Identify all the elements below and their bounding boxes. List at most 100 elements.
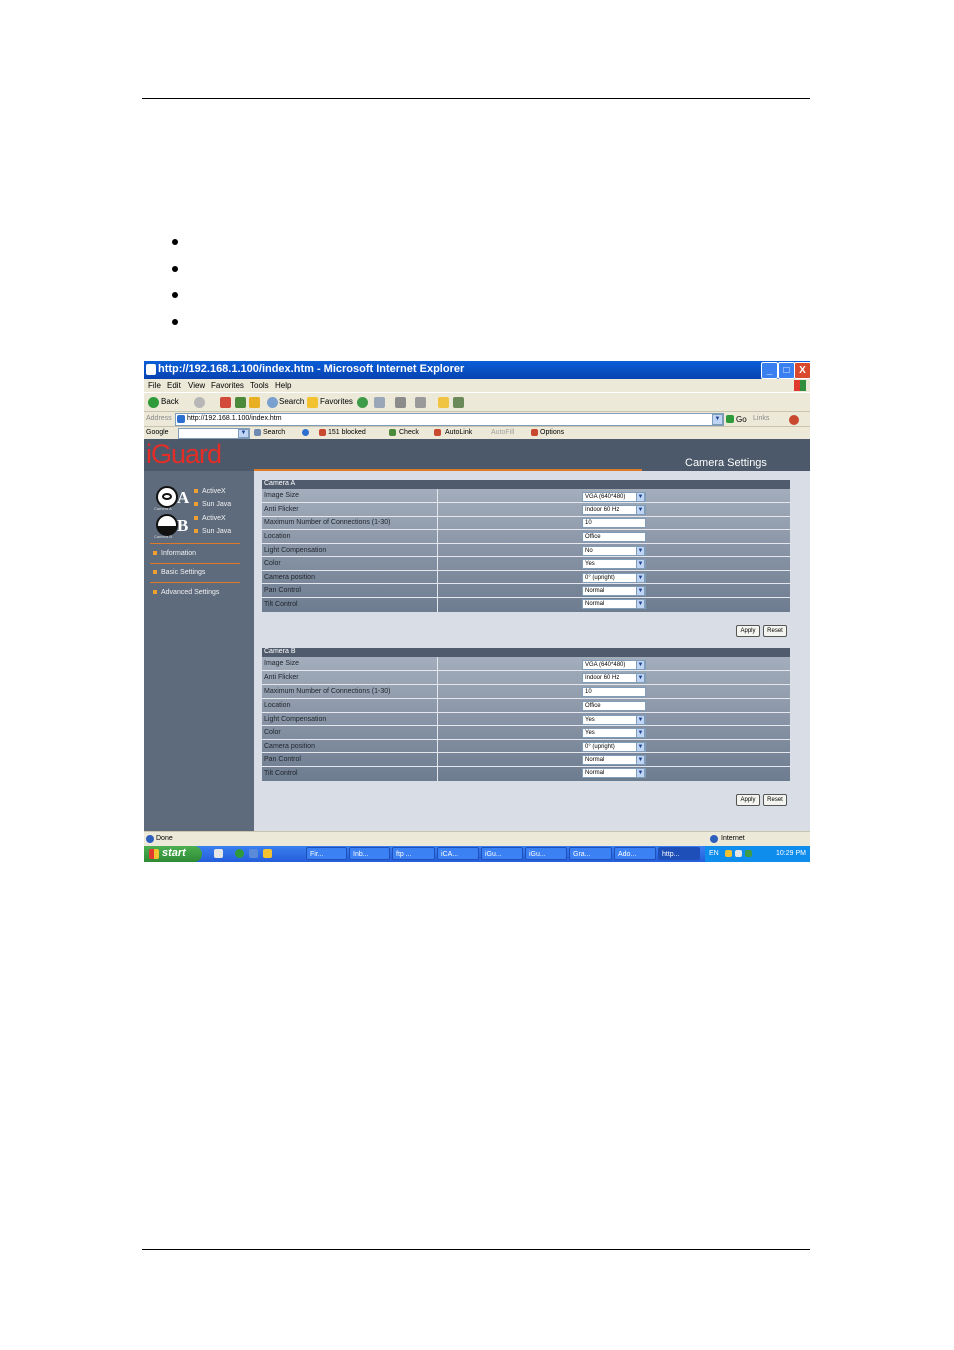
- camera-a-reset-button[interactable]: Reset: [763, 625, 787, 637]
- menu-file[interactable]: File: [148, 381, 161, 390]
- pan-control-select[interactable]: Normal ▼: [582, 755, 646, 765]
- quicklaunch-media-icon[interactable]: [249, 849, 258, 858]
- google-search-input[interactable]: ▼: [178, 428, 250, 439]
- light-compensation-select[interactable]: No ▼: [582, 546, 646, 556]
- tray-security-icon[interactable]: [745, 850, 752, 857]
- stop-icon[interactable]: [220, 397, 231, 408]
- color-select[interactable]: Yes ▼: [582, 559, 646, 569]
- taskbar-item[interactable]: Inb...: [349, 847, 390, 860]
- menu-edit[interactable]: Edit: [167, 381, 181, 390]
- pan-control-select[interactable]: Normal ▼: [582, 586, 646, 596]
- location-input[interactable]: Office: [582, 532, 646, 542]
- spellcheck-icon[interactable]: [389, 429, 396, 436]
- search-button[interactable]: Search: [279, 397, 304, 406]
- location-label: Location: [264, 702, 291, 709]
- start-button[interactable]: start: [144, 846, 202, 862]
- maximize-button[interactable]: □: [778, 362, 795, 379]
- search-icon[interactable]: [267, 397, 278, 408]
- refresh-icon[interactable]: [235, 397, 246, 408]
- go-arrow-icon[interactable]: [726, 415, 734, 423]
- forward-arrow-icon[interactable]: [194, 397, 205, 408]
- address-input[interactable]: http://192.168.1.100/index.htm ▼: [175, 413, 724, 426]
- nav-basic-settings[interactable]: Basic Settings: [153, 569, 205, 576]
- blocked-count[interactable]: 151 blocked: [328, 429, 366, 436]
- popup-blocker-icon[interactable]: [319, 429, 326, 436]
- menu-help[interactable]: Help: [275, 381, 291, 390]
- camera-a-icon: [156, 486, 178, 508]
- address-dropdown-icon[interactable]: ▼: [712, 414, 723, 425]
- tilt-control-select[interactable]: Normal ▼: [582, 768, 646, 778]
- back-arrow-icon[interactable]: [148, 397, 159, 408]
- menu-favorites[interactable]: Favorites: [211, 381, 244, 390]
- minimize-button[interactable]: _: [761, 362, 778, 379]
- taskbar-item[interactable]: Gra...: [569, 847, 612, 860]
- quicklaunch-ie-icon[interactable]: [235, 849, 244, 858]
- google-search-button[interactable]: Search: [263, 429, 285, 436]
- tray-network-icon[interactable]: [725, 850, 732, 857]
- quicklaunch-folder-icon[interactable]: [263, 849, 272, 858]
- taskbar-item[interactable]: Ado...: [614, 847, 656, 860]
- back-button[interactable]: Back: [161, 397, 179, 406]
- anti-flicker-select[interactable]: Indoor 60 Hz ▼: [582, 505, 646, 515]
- check-button[interactable]: Check: [399, 429, 419, 436]
- google-search-icon[interactable]: [254, 429, 261, 436]
- home-icon[interactable]: [249, 397, 260, 408]
- star-icon[interactable]: [307, 397, 318, 408]
- camera-position-select[interactable]: 0° (upright) ▼: [582, 573, 646, 583]
- max-connections-input[interactable]: 10: [582, 518, 646, 528]
- tilt-control-select[interactable]: Normal ▼: [582, 599, 646, 609]
- camera-a-apply-button[interactable]: Apply: [736, 625, 760, 637]
- camera-a-java-link[interactable]: Sun Java: [194, 501, 231, 508]
- anti-flicker-select[interactable]: Indoor 60 Hz ▼: [582, 673, 646, 683]
- favorites-button[interactable]: Favorites: [320, 397, 353, 406]
- language-indicator[interactable]: EN: [709, 850, 719, 857]
- news-icon[interactable]: [302, 429, 309, 436]
- nav-advanced-settings[interactable]: Advanced Settings: [153, 589, 219, 596]
- taskbar-item[interactable]: iCA...: [437, 847, 479, 860]
- mail-icon[interactable]: [374, 397, 385, 408]
- standard-toolbar: Back Search Favorites: [144, 392, 810, 412]
- taskbar-item[interactable]: iGu...: [525, 847, 567, 860]
- row-divider: [262, 516, 790, 517]
- tray-volume-icon[interactable]: [735, 850, 742, 857]
- taskbar-item-active[interactable]: http...: [658, 847, 700, 860]
- google-dropdown-icon[interactable]: ▼: [238, 429, 249, 438]
- taskbar-item[interactable]: ftp ...: [392, 847, 435, 860]
- row-divider: [262, 670, 790, 671]
- history-icon[interactable]: [357, 397, 368, 408]
- taskbar-item[interactable]: Fir...: [306, 847, 347, 860]
- autolink-button[interactable]: AutoLink: [445, 429, 472, 436]
- folder-icon[interactable]: [438, 397, 449, 408]
- messenger-icon[interactable]: [453, 397, 464, 408]
- camera-position-select[interactable]: 0° (upright) ▼: [582, 742, 646, 752]
- quicklaunch-desktop-icon[interactable]: [214, 849, 223, 858]
- camera-b-apply-button[interactable]: Apply: [736, 794, 760, 806]
- links-label[interactable]: Links: [753, 415, 769, 422]
- image-size-select[interactable]: VGA (640*480) ▼: [582, 660, 646, 670]
- color-select[interactable]: Yes ▼: [582, 728, 646, 738]
- toolbar-extension-icon[interactable]: [789, 415, 799, 425]
- camera-b-reset-button[interactable]: Reset: [763, 794, 787, 806]
- camera-b-activex-link[interactable]: ActiveX: [194, 515, 226, 522]
- location-input[interactable]: Office: [582, 701, 646, 711]
- menu-tools[interactable]: Tools: [250, 381, 269, 390]
- edit-icon[interactable]: [415, 397, 426, 408]
- autofill-button[interactable]: AutoFill: [491, 429, 514, 436]
- menu-view[interactable]: View: [188, 381, 205, 390]
- max-connections-input[interactable]: 10: [582, 687, 646, 697]
- nav-information[interactable]: Information: [153, 550, 196, 557]
- image-size-select[interactable]: VGA (640*480) ▼: [582, 492, 646, 502]
- camera-a-activex-link[interactable]: ActiveX: [194, 488, 226, 495]
- print-icon[interactable]: [395, 397, 406, 408]
- close-button[interactable]: X: [794, 362, 810, 379]
- options-button[interactable]: Options: [540, 429, 564, 436]
- google-brand[interactable]: Google: [146, 429, 169, 436]
- autolink-icon[interactable]: [434, 429, 441, 436]
- camera-b-java-link[interactable]: Sun Java: [194, 528, 231, 535]
- taskbar-item[interactable]: iGu...: [481, 847, 523, 860]
- windows-taskbar: start Fir... Inb... ftp ... iCA... iGu..…: [144, 846, 810, 862]
- light-compensation-select[interactable]: Yes ▼: [582, 715, 646, 725]
- options-icon[interactable]: [531, 429, 538, 436]
- go-button[interactable]: Go: [736, 415, 747, 424]
- window-titlebar[interactable]: http://192.168.1.100/index.htm - Microso…: [144, 361, 810, 379]
